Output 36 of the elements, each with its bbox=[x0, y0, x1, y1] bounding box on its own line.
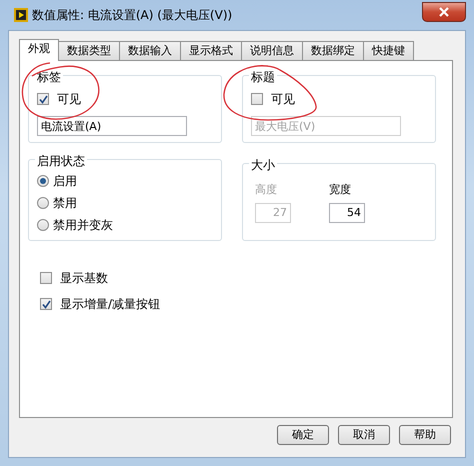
tab[interactable]: 数据类型 bbox=[58, 41, 120, 60]
radio-button[interactable] bbox=[37, 197, 49, 209]
window-title: 数值属性: 电流设置(A) (最大电压(V)) bbox=[32, 7, 232, 24]
radio-label: 禁用 bbox=[53, 195, 77, 212]
radio-label: 启用 bbox=[53, 173, 77, 190]
checkbox-label: 显示增量/减量按钮 bbox=[60, 296, 160, 313]
field-label: 高度 bbox=[255, 182, 278, 198]
checkbox-label: 可见 bbox=[271, 91, 295, 108]
tab[interactable]: 数据输入 bbox=[119, 41, 181, 60]
close-button[interactable] bbox=[422, 2, 466, 22]
checkbox[interactable] bbox=[251, 93, 263, 105]
radio-button[interactable] bbox=[37, 219, 49, 231]
group-title: 标签 bbox=[35, 68, 63, 86]
group-title: 启用状态 bbox=[35, 152, 87, 170]
tab[interactable]: 显示格式 bbox=[180, 41, 242, 60]
text-field[interactable]: 电流设置(A) bbox=[37, 116, 187, 136]
tab[interactable]: 数据绑定 bbox=[302, 41, 364, 60]
group-title: 标题 bbox=[249, 68, 277, 86]
checkbox[interactable] bbox=[37, 93, 49, 105]
checkbox[interactable] bbox=[40, 298, 52, 310]
checkbox-label: 可见 bbox=[57, 91, 81, 108]
dialog-button[interactable]: 帮助 bbox=[399, 425, 451, 445]
tab[interactable]: 外观 bbox=[19, 39, 59, 61]
app-icon bbox=[14, 8, 28, 22]
number-field[interactable]: 54 bbox=[329, 202, 365, 222]
radio-label: 禁用并变灰 bbox=[53, 217, 113, 234]
tab[interactable]: 说明信息 bbox=[241, 41, 303, 60]
field-label: 宽度 bbox=[329, 182, 352, 198]
radio-button[interactable] bbox=[37, 175, 49, 187]
checkbox[interactable] bbox=[40, 272, 52, 284]
group-title: 大小 bbox=[249, 156, 277, 174]
dialog-button[interactable]: 确定 bbox=[277, 425, 329, 445]
dialog-button[interactable]: 取消 bbox=[338, 425, 390, 445]
close-icon bbox=[439, 7, 449, 17]
tab[interactable]: 快捷键 bbox=[363, 41, 414, 60]
checkbox-label: 显示基数 bbox=[60, 270, 108, 287]
